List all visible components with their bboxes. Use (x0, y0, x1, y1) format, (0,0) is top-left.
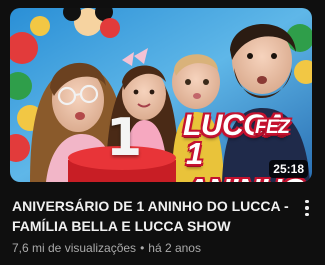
video-metadata: 7,6 mi de visualizações • há 2 anos (12, 239, 201, 257)
video-card[interactable]: LUCCA FEZ 1 ANINHO 1 25:18 ANIVERSÁRIO D… (0, 0, 325, 265)
view-count: 7,6 mi de visualizações (12, 241, 137, 255)
menu-dot (305, 206, 309, 210)
menu-dot (305, 212, 309, 217)
more-vertical-icon[interactable] (300, 196, 314, 220)
meta-separator: • (140, 241, 145, 255)
upload-age: há 2 anos (148, 241, 201, 255)
video-thumbnail[interactable]: LUCCA FEZ 1 ANINHO 1 25:18 (10, 8, 312, 182)
candle-number: 1 (106, 108, 143, 168)
menu-dot (305, 199, 309, 204)
duration-badge: 25:18 (269, 160, 308, 178)
video-title[interactable]: ANIVERSÁRIO DE 1 ANINHO DO LUCCA - FAMÍL… (12, 196, 294, 236)
